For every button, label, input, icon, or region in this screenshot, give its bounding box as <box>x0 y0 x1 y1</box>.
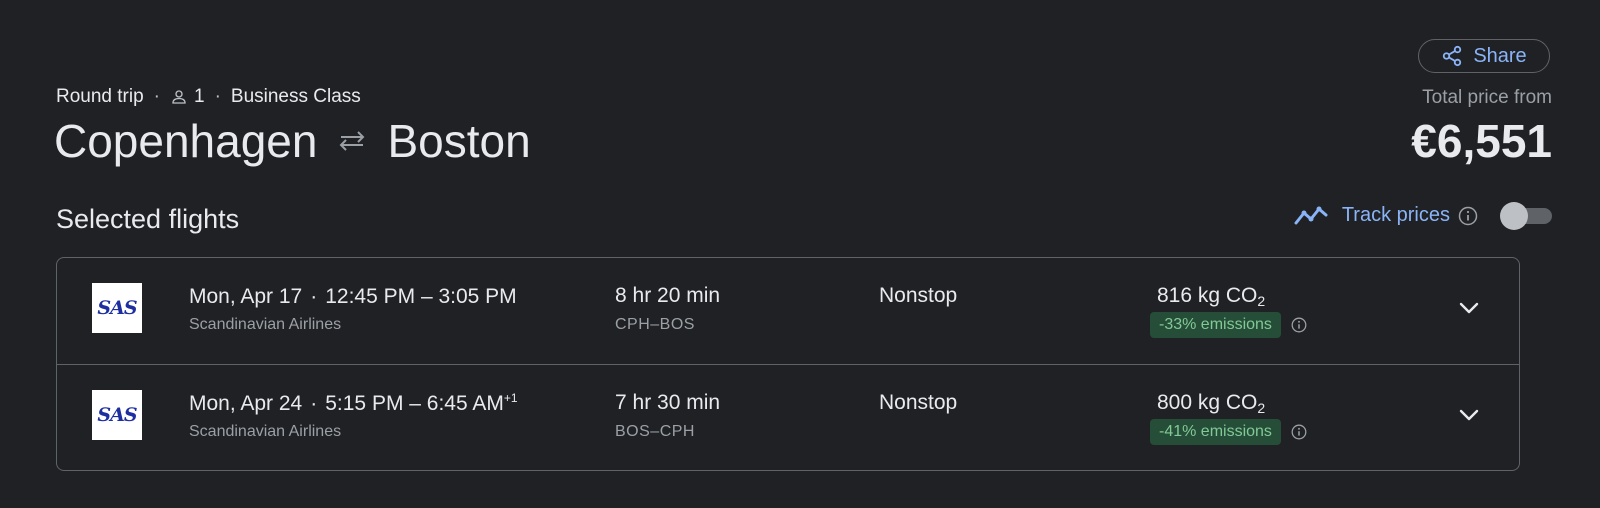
trip-type: Round trip <box>56 86 144 107</box>
flight-row[interactable]: SAS Mon, Apr 24 · 5:15 PM – 6:45 AM+1 Scan… <box>57 364 1519 470</box>
day-offset: +1 <box>503 391 518 405</box>
flight-summary-page: Share Round trip · 1 · Business Class Co… <box>0 0 1600 508</box>
airline-logo: SAS <box>92 390 142 440</box>
info-icon[interactable] <box>1458 206 1478 226</box>
trend-line-icon <box>1294 205 1328 227</box>
route-title: Copenhagen Boston <box>54 113 531 169</box>
airport-codes: CPH–BOS <box>615 316 695 333</box>
origin-city: Copenhagen <box>54 115 318 167</box>
stops: Nonstop <box>879 391 958 414</box>
info-icon[interactable] <box>1291 424 1307 440</box>
co2-amount: 800 kg CO2 <box>1157 391 1265 416</box>
airline-name: Scandinavian Airlines <box>189 423 342 440</box>
co2-subscript: 2 <box>1257 293 1266 309</box>
trip-meta: Round trip · 1 · Business Class <box>56 86 361 108</box>
cabin-class: Business Class <box>230 86 361 107</box>
flight-date-time: Mon, Apr 17 · 12:45 PM – 3:05 PM <box>189 284 517 309</box>
flight-duration: 7 hr 30 min <box>615 391 721 414</box>
flight-date-time: Mon, Apr 24 · 5:15 PM – 6:45 AM+1 <box>189 391 518 416</box>
flight-row[interactable]: SAS Mon, Apr 17 · 12:45 PM – 3:05 PM Scand… <box>57 258 1519 364</box>
expand-flight-button[interactable] <box>1453 294 1485 326</box>
flight-times: 5:15 PM – 6:45 AM <box>325 392 504 415</box>
share-icon <box>1441 45 1463 67</box>
flight-duration: 8 hr 20 min <box>615 284 721 307</box>
co2-amount: 816 kg CO2 <box>1157 284 1265 309</box>
chevron-down-icon <box>1458 301 1480 320</box>
person-icon <box>170 88 188 106</box>
emissions-badge: -33% emissions <box>1150 312 1281 338</box>
chevron-down-icon <box>1458 408 1480 427</box>
airline-name: Scandinavian Airlines <box>189 316 342 333</box>
separator-dot: · <box>310 285 318 308</box>
track-prices: Track prices <box>1294 201 1552 230</box>
flight-date: Mon, Apr 24 <box>189 392 303 415</box>
selected-flights-list: SAS Mon, Apr 17 · 12:45 PM – 3:05 PM Scand… <box>56 257 1520 471</box>
total-price: €6,551 <box>1411 115 1552 167</box>
stops: Nonstop <box>879 284 958 307</box>
emissions-row: -41% emissions <box>1150 419 1307 445</box>
track-prices-label[interactable]: Track prices <box>1342 204 1450 227</box>
emissions-row: -33% emissions <box>1150 312 1307 338</box>
emissions-badge: -41% emissions <box>1150 419 1281 445</box>
co2-value: 816 kg CO <box>1157 284 1258 307</box>
info-icon[interactable] <box>1291 317 1307 333</box>
swap-arrows-icon <box>337 130 367 152</box>
separator-dot: · <box>310 392 318 415</box>
total-price-label: Total price from <box>1422 87 1552 108</box>
toggle-knob <box>1500 201 1528 230</box>
airline-logo-text: SAS <box>97 404 137 426</box>
share-label: Share <box>1473 44 1527 67</box>
airline-logo-text: SAS <box>97 297 137 319</box>
flight-times: 12:45 PM – 3:05 PM <box>325 285 517 308</box>
flight-date: Mon, Apr 17 <box>189 285 303 308</box>
co2-subscript: 2 <box>1257 400 1266 416</box>
separator-dot: · <box>153 86 160 107</box>
separator-dot: · <box>214 86 221 107</box>
passenger-count: 1 <box>194 86 205 107</box>
destination-city: Boston <box>387 115 531 167</box>
expand-flight-button[interactable] <box>1453 401 1485 433</box>
airline-logo: SAS <box>92 283 142 333</box>
track-prices-toggle[interactable] <box>1500 201 1552 230</box>
share-button[interactable]: Share <box>1418 39 1550 73</box>
co2-value: 800 kg CO <box>1157 391 1258 414</box>
airport-codes: BOS–CPH <box>615 423 695 440</box>
selected-flights-heading: Selected flights <box>56 204 240 234</box>
